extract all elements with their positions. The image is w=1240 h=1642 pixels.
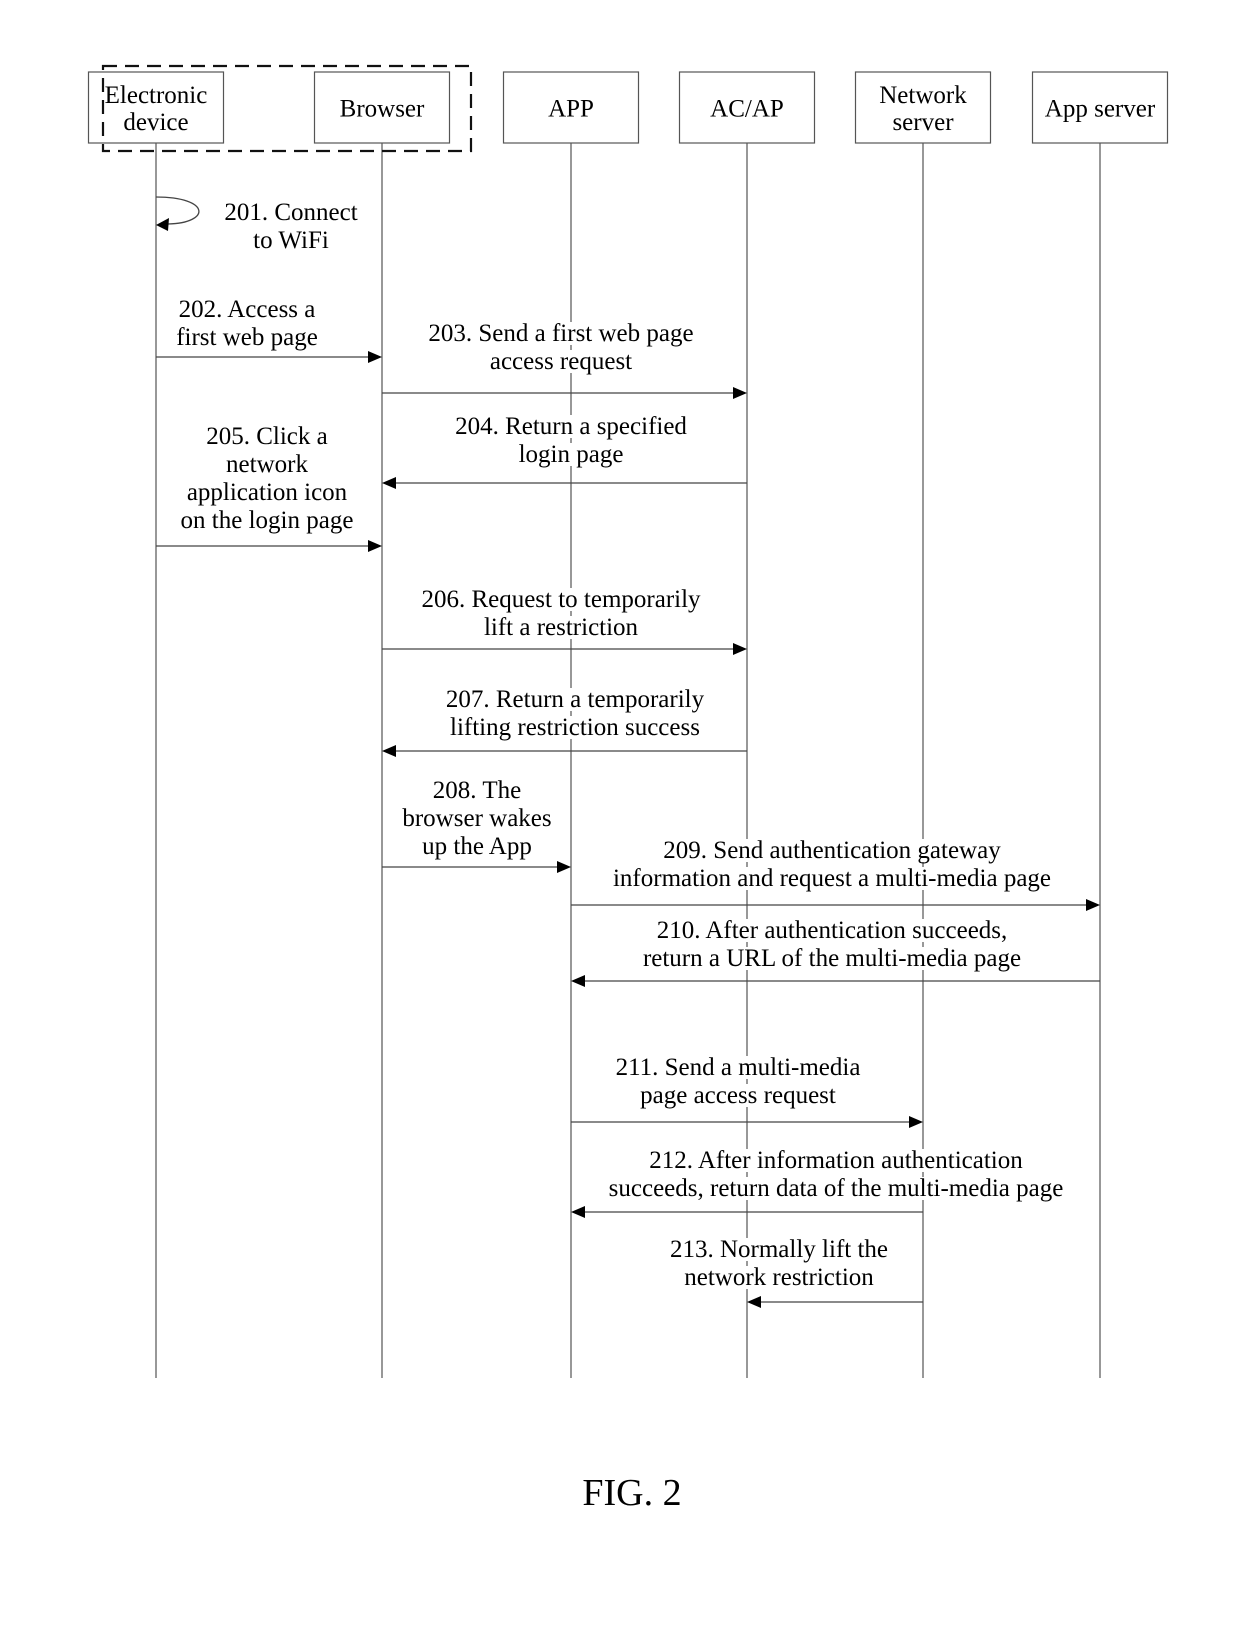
message-label-line: login page <box>519 441 624 468</box>
message-label-line: page access request <box>640 1082 836 1109</box>
self-loop-arrow <box>155 196 200 225</box>
participant-ac-ap: AC/AP <box>678 71 816 144</box>
message-204 <box>382 477 747 489</box>
arrowhead <box>382 745 396 757</box>
message-label-line: lift a restriction <box>484 614 639 641</box>
message-label-line: 212. After information authentication <box>649 1147 1023 1174</box>
message-label-208: 208. Thebrowser wakesup the App <box>400 777 554 860</box>
message-label-205: 205. Click anetworkapplication iconon th… <box>178 423 356 534</box>
message-label-203: 203. Send a first web pageaccess request <box>426 320 696 375</box>
participant-label: AC/AP <box>710 96 784 123</box>
arrowhead <box>747 1296 761 1308</box>
participant-boxes: Electronicdevice Browser APP AC/AP Networkse… <box>87 64 1169 153</box>
arrowhead <box>571 975 585 987</box>
message-label-line: 201. Connect <box>224 199 357 226</box>
message-label-line: application icon <box>187 479 348 506</box>
message-label-line: up the App <box>422 833 532 860</box>
message-label-204: 204. Return a specifiedlogin page <box>453 413 690 468</box>
message-label-line: information and request a multi-media pa… <box>613 865 1051 892</box>
message-label-line: 203. Send a first web page <box>428 320 693 347</box>
message-label-line: 204. Return a specified <box>455 413 687 440</box>
message-213 <box>747 1296 923 1308</box>
message-label-line: access request <box>490 348 632 375</box>
message-label-210: 210. After authentication succeeds,retur… <box>640 917 1024 972</box>
participant-label: Browser <box>340 96 425 123</box>
message-label-line: succeeds, return data of the multi-media… <box>609 1175 1064 1202</box>
arrowhead <box>368 351 382 363</box>
message-209 <box>571 899 1100 911</box>
arrowhead <box>571 1206 585 1218</box>
message-label-206: 206. Request to temporarilylift a restri… <box>419 586 704 641</box>
message-label-line: on the login page <box>181 507 354 534</box>
sequence-diagram: 201. Connectto WiFi 202. Access afirst we… <box>87 64 1169 1514</box>
message-label-line: 202. Access a <box>179 296 316 323</box>
message-label-211: 211. Send a multi-mediapage access reque… <box>613 1054 863 1109</box>
participant-label: device <box>123 109 188 136</box>
message-205 <box>156 540 382 552</box>
message-label-line: first web page <box>176 324 318 351</box>
message-label-line: 210. After authentication succeeds, <box>657 917 1008 944</box>
participant-label: Electronic <box>105 82 208 109</box>
message-label-209: 209. Send authentication gatewayinformat… <box>610 837 1054 892</box>
participant-browser: Browser <box>313 71 451 144</box>
message-label-line: 207. Return a temporarily <box>446 686 705 713</box>
message-202 <box>156 351 382 363</box>
message-label-207: 207. Return a temporarilylifting restric… <box>443 686 707 741</box>
message-label-202: 202. Access afirst web page <box>174 296 320 351</box>
message-label-line: browser wakes <box>402 805 551 832</box>
message-label-line: 213. Normally lift the <box>670 1236 888 1263</box>
arrowhead <box>557 861 571 873</box>
participant-label: App server <box>1045 96 1156 123</box>
message-label-line: to WiFi <box>253 227 329 254</box>
arrowhead <box>733 643 747 655</box>
arrowhead <box>368 540 382 552</box>
arrowhead <box>733 387 747 399</box>
participant-label: server <box>892 109 954 136</box>
figure-label: FIG. 2 <box>582 1472 681 1514</box>
participant-network-server: Networkserver <box>854 71 992 144</box>
message-label-213: 213. Normally lift thenetwork restrictio… <box>667 1236 891 1291</box>
message-label-line: return a URL of the multi-media page <box>643 945 1021 972</box>
participant-label: APP <box>548 96 594 123</box>
message-label-212: 212. After information authenticationsuc… <box>606 1147 1066 1202</box>
message-206 <box>382 643 747 655</box>
message-201 <box>155 196 200 231</box>
message-203 <box>382 387 747 399</box>
message-label-line: 205. Click a <box>206 423 328 450</box>
participant-app: APP <box>502 71 640 144</box>
message-label-201: 201. Connectto WiFi <box>222 199 360 254</box>
message-label-line: 209. Send authentication gateway <box>663 837 1001 864</box>
message-label-line: network restriction <box>684 1264 874 1291</box>
participant-electronic-device: Electronicdevice <box>87 71 225 144</box>
message-label-line: 206. Request to temporarily <box>421 586 701 613</box>
message-label-line: network <box>226 451 308 478</box>
message-label-line: 211. Send a multi-media <box>616 1054 861 1081</box>
message-label-line: 208. The <box>433 777 521 804</box>
participant-app-server: App server <box>1031 71 1169 144</box>
arrowhead <box>382 477 396 489</box>
message-210 <box>571 975 1100 987</box>
message-label-line: lifting restriction success <box>450 714 700 741</box>
arrowhead <box>156 218 169 231</box>
message-207 <box>382 745 747 757</box>
arrowhead <box>1086 899 1100 911</box>
message-208 <box>382 861 571 873</box>
arrowhead <box>909 1116 923 1128</box>
participant-label: Network <box>879 82 967 109</box>
message-labels: 201. Connectto WiFi 202. Access afirst we… <box>174 199 1066 1291</box>
